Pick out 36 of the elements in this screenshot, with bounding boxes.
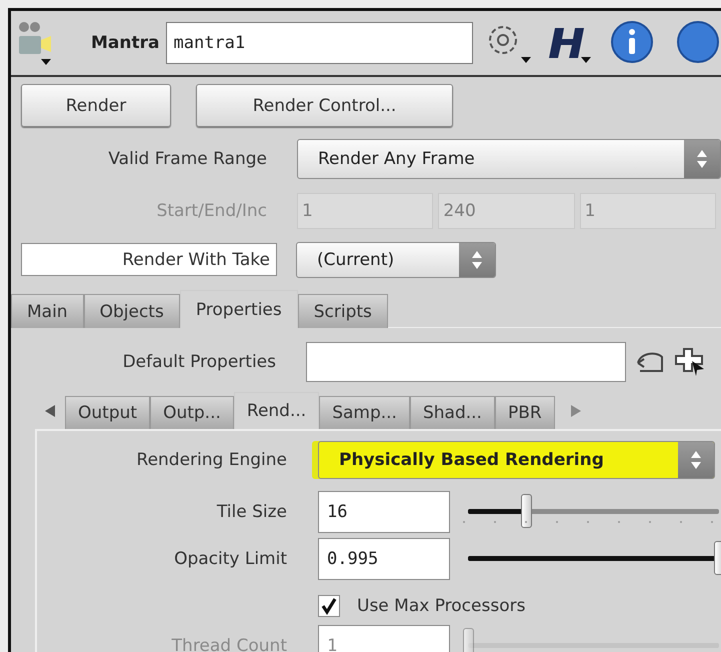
- tab[interactable]: Rend...: [234, 392, 320, 429]
- checkbox-label: Use Max Processors: [357, 596, 526, 616]
- tab[interactable]: Output: [65, 396, 150, 429]
- checkbox[interactable]: [318, 595, 340, 617]
- node-type-label: Mantra: [91, 33, 160, 53]
- parameter-label: Rendering Engine: [136, 450, 287, 470]
- spinner-arrows-icon: [695, 148, 709, 170]
- dropdown[interactable]: Render Any Frame: [297, 139, 721, 179]
- number-field[interactable]: 0.995: [318, 538, 450, 580]
- plus-arrow-icon[interactable]: [674, 347, 706, 377]
- slider-handle[interactable]: [520, 494, 532, 528]
- parameter-label: Default Properties: [122, 352, 276, 372]
- parameter-label: Tile Size: [216, 502, 287, 522]
- node-name-field[interactable]: mantra1: [166, 22, 473, 64]
- parameter-label: Start/End/Inc: [156, 201, 267, 221]
- render-button[interactable]: Render: [21, 84, 171, 127]
- default-properties-field[interactable]: [306, 342, 626, 382]
- number-field[interactable]: 16: [318, 491, 450, 533]
- tab[interactable]: Samp...: [319, 396, 410, 429]
- scroll-left-icon[interactable]: [43, 404, 57, 418]
- take-label: Render With Take: [21, 243, 277, 276]
- render-button[interactable]: Render Control...: [196, 84, 453, 127]
- tab[interactable]: Properties: [180, 290, 298, 328]
- camera-menu-icon[interactable]: [17, 20, 53, 66]
- tab[interactable]: Scripts: [298, 294, 388, 328]
- tab[interactable]: Objects: [84, 294, 180, 328]
- parameter-label: Valid Frame Range: [107, 149, 267, 169]
- dropdown[interactable]: (Current): [296, 242, 496, 278]
- spinner-arrows-icon: [689, 449, 703, 471]
- parameter-label: Opacity Limit: [173, 549, 287, 569]
- tab[interactable]: Outp...: [150, 396, 234, 429]
- spinner-arrows-icon: [470, 248, 484, 270]
- tab[interactable]: Shad...: [410, 396, 495, 429]
- tab[interactable]: Main: [11, 294, 84, 328]
- tab[interactable]: PBR: [494, 396, 555, 429]
- parameter-label: Thread Count: [170, 636, 287, 652]
